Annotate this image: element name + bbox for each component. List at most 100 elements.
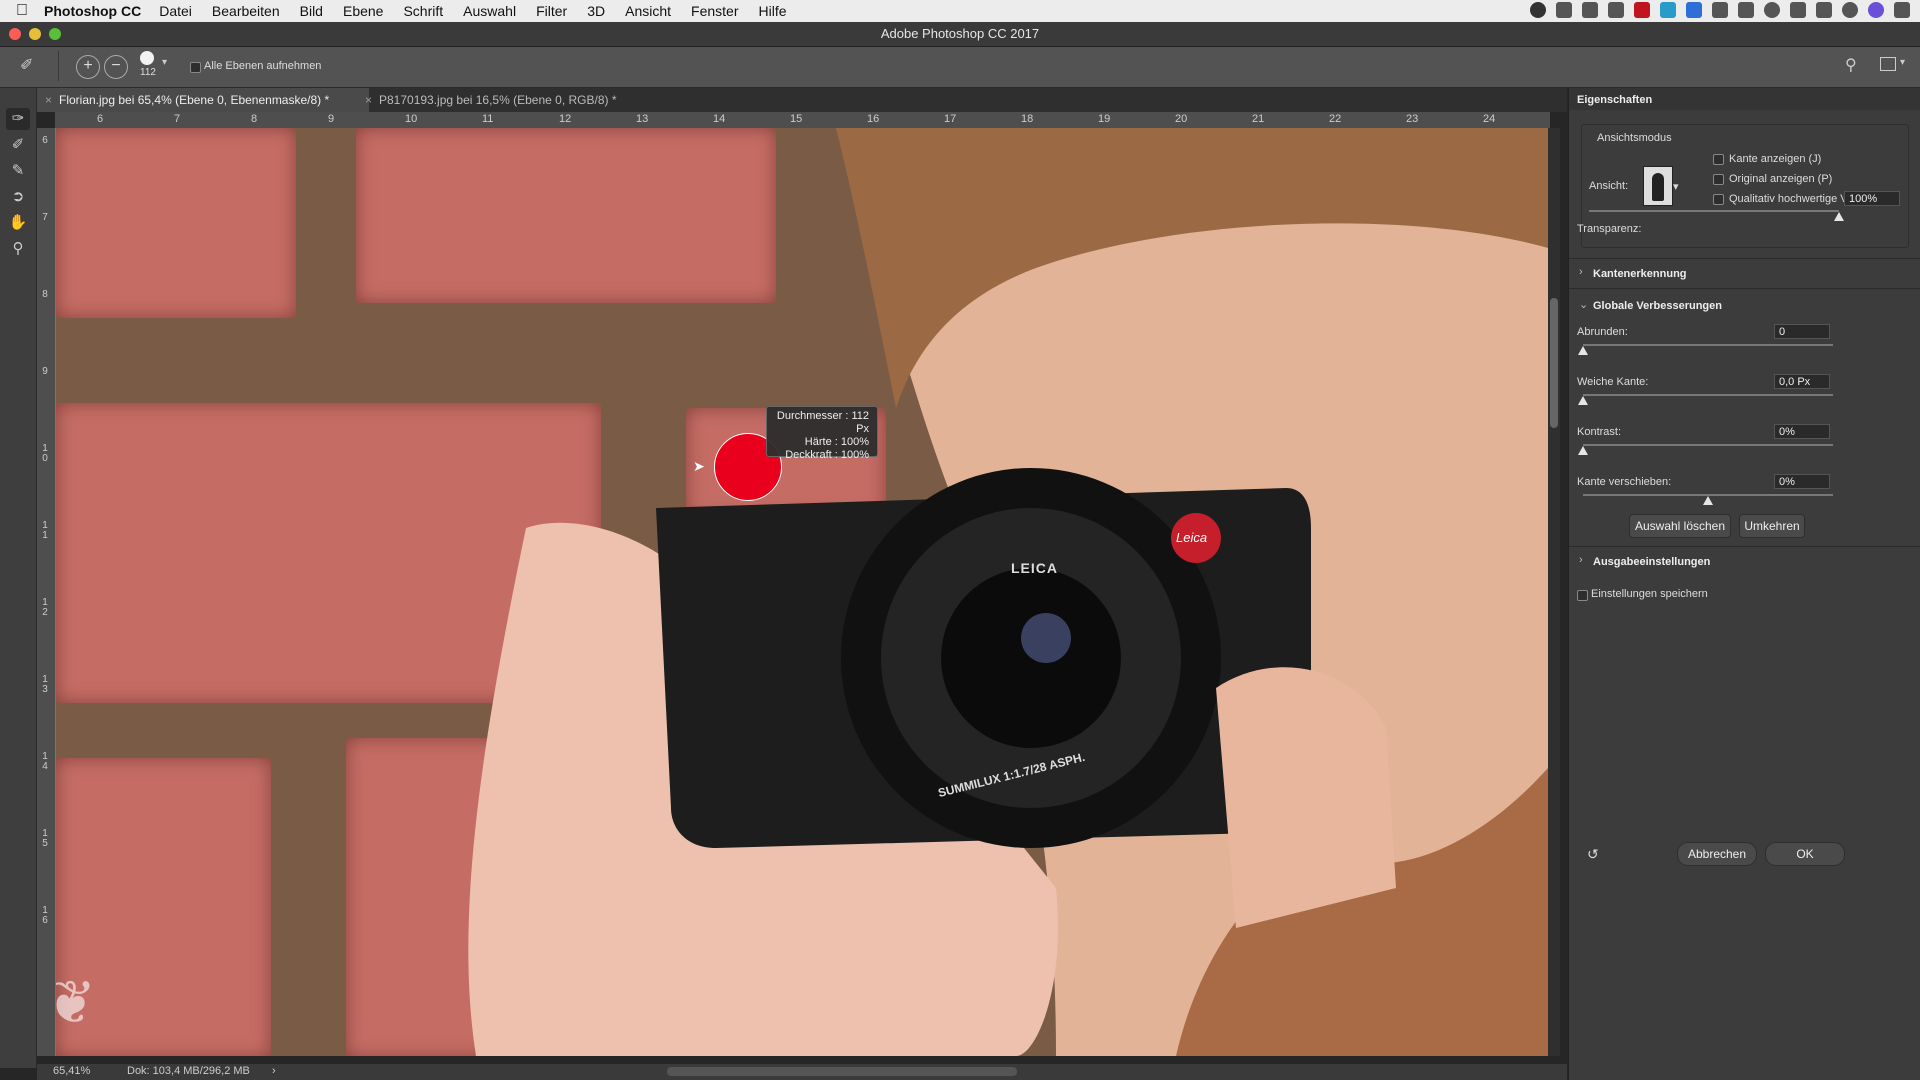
wifi-icon[interactable] bbox=[1816, 2, 1832, 18]
menu-bild[interactable]: Bild bbox=[300, 3, 323, 19]
time-machine-icon[interactable] bbox=[1764, 2, 1780, 18]
output-settings-section[interactable]: Ausgabeeinstellungen bbox=[1593, 556, 1710, 568]
workspace-icon[interactable] bbox=[1880, 57, 1896, 71]
menu-schrift[interactable]: Schrift bbox=[403, 3, 443, 19]
chevron-down-icon[interactable]: ▾ bbox=[1673, 180, 1679, 193]
zoom-tool-icon[interactable]: ⚲ bbox=[6, 238, 30, 260]
add-to-selection-icon[interactable]: + bbox=[76, 55, 100, 79]
slider-thumb[interactable] bbox=[1578, 396, 1588, 405]
app-blue-icon[interactable] bbox=[1686, 2, 1702, 18]
smooth-slider[interactable] bbox=[1578, 344, 1833, 355]
app-teal-icon[interactable] bbox=[1660, 2, 1676, 18]
lasso-tool-icon[interactable]: ➲ bbox=[6, 186, 30, 208]
spotlight-icon[interactable] bbox=[1842, 2, 1858, 18]
chevron-down-icon[interactable]: ▾ bbox=[162, 57, 167, 68]
sample-all-layers-checkbox[interactable] bbox=[190, 62, 201, 73]
menu-bearbeiten[interactable]: Bearbeiten bbox=[212, 3, 280, 19]
shift-edge-slider[interactable] bbox=[1583, 494, 1833, 505]
menu-datei[interactable]: Datei bbox=[159, 3, 192, 19]
airplay-icon[interactable] bbox=[1738, 2, 1754, 18]
menu-3d[interactable]: 3D bbox=[587, 3, 605, 19]
horizontal-scroll-thumb[interactable] bbox=[667, 1067, 1017, 1076]
reset-icon[interactable]: ↺ bbox=[1587, 846, 1599, 863]
refine-edge-brush-icon[interactable]: ✐ bbox=[6, 134, 30, 156]
scroll-thumb[interactable] bbox=[1550, 298, 1558, 428]
cloud-icon[interactable] bbox=[1608, 2, 1624, 18]
tab-florian[interactable]: × Florian.jpg bei 65,4% (Ebene 0, Ebenen… bbox=[37, 88, 369, 112]
tab-p8170193[interactable]: × P8170193.jpg bei 16,5% (Ebene 0, RGB/8… bbox=[357, 88, 649, 112]
vertical-scrollbar[interactable] bbox=[1548, 128, 1560, 1056]
quick-selection-tool-icon[interactable]: ✑ bbox=[6, 108, 30, 130]
zoom-level[interactable]: 65,41% bbox=[53, 1065, 90, 1077]
contrast-slider[interactable] bbox=[1578, 444, 1833, 455]
search-icon[interactable]: ⚲ bbox=[1845, 55, 1857, 75]
ruler-tick: 11 bbox=[42, 520, 48, 541]
chevron-down-icon[interactable]: ⌄ bbox=[1579, 298, 1588, 311]
feather-slider[interactable] bbox=[1578, 394, 1833, 405]
app-red-icon[interactable] bbox=[1634, 2, 1650, 18]
smooth-field[interactable]: 0 bbox=[1774, 324, 1830, 339]
printer-icon[interactable] bbox=[1712, 2, 1728, 18]
document-canvas[interactable]: LEICA Leica SUMMILUX 1:1.7/28 ASPH. ➤ ❦ bbox=[56, 128, 1548, 1056]
bluetooth-icon[interactable] bbox=[1790, 2, 1806, 18]
close-tab-icon[interactable]: × bbox=[45, 88, 52, 112]
apple-icon[interactable]:  bbox=[0, 2, 44, 20]
edge-detection-section[interactable]: Kantenerkennung bbox=[1593, 268, 1687, 280]
transparency-field[interactable]: 100% bbox=[1844, 191, 1900, 206]
slider-thumb[interactable] bbox=[1703, 496, 1713, 505]
menu-ebene[interactable]: Ebene bbox=[343, 3, 383, 19]
feather-field[interactable]: 0,0 Px bbox=[1774, 374, 1830, 389]
menu-app-name[interactable]: Photoshop CC bbox=[44, 3, 141, 19]
ruler-tick: 19 bbox=[1098, 113, 1111, 125]
notification-center-icon[interactable] bbox=[1894, 2, 1910, 18]
invert-button[interactable]: Umkehren bbox=[1739, 514, 1805, 538]
panel-title[interactable]: Eigenschaften bbox=[1577, 94, 1652, 106]
clear-selection-button[interactable]: Auswahl löschen bbox=[1629, 514, 1731, 538]
hand-tool-icon[interactable]: ✋ bbox=[6, 212, 30, 234]
high-quality-preview-checkbox[interactable] bbox=[1713, 194, 1724, 205]
slider-thumb[interactable] bbox=[1578, 446, 1588, 455]
slider-thumb[interactable] bbox=[1834, 212, 1844, 221]
subtract-from-selection-icon[interactable]: − bbox=[104, 55, 128, 79]
menu-auswahl[interactable]: Auswahl bbox=[463, 3, 516, 19]
contrast-field[interactable]: 0% bbox=[1774, 424, 1830, 439]
lens-reflection bbox=[1021, 613, 1071, 663]
menu-ansicht[interactable]: Ansicht bbox=[625, 3, 671, 19]
show-edge-checkbox[interactable] bbox=[1713, 154, 1724, 165]
brush-preview-icon[interactable] bbox=[140, 51, 154, 65]
transparency-slider[interactable] bbox=[1589, 210, 1844, 221]
siri-icon[interactable] bbox=[1868, 2, 1884, 18]
close-tab-icon[interactable]: × bbox=[365, 88, 372, 112]
show-original-checkbox[interactable] bbox=[1713, 174, 1724, 185]
menu-filter[interactable]: Filter bbox=[536, 3, 567, 19]
chevron-right-icon[interactable]: › bbox=[272, 1065, 276, 1077]
global-refinements-section[interactable]: Globale Verbesserungen bbox=[1593, 300, 1722, 312]
shift-edge-field[interactable]: 0% bbox=[1774, 474, 1830, 489]
ruler-tick: 12 bbox=[559, 113, 572, 125]
divider bbox=[1569, 546, 1920, 547]
chevron-down-icon[interactable]: ▾ bbox=[1900, 57, 1905, 68]
refine-brush-tool-icon[interactable]: ✐ bbox=[20, 55, 33, 75]
minimize-window-icon[interactable] bbox=[29, 28, 41, 40]
menu-fenster[interactable]: Fenster bbox=[691, 3, 738, 19]
ruler-tick: 13 bbox=[636, 113, 649, 125]
ruler-tick: 13 bbox=[42, 674, 48, 695]
tools-panel: ✑ ✐ ✎ ➲ ✋ ⚲ bbox=[0, 88, 37, 1068]
chevron-right-icon[interactable]: › bbox=[1579, 554, 1583, 566]
show-original-label: Original anzeigen (P) bbox=[1729, 173, 1833, 185]
brush-tooltip: Durchmesser : 112 Px Härte : 100% Deckkr… bbox=[766, 406, 878, 461]
brush-tool-icon[interactable]: ✎ bbox=[6, 160, 30, 182]
slider-thumb[interactable] bbox=[1578, 346, 1588, 355]
close-window-icon[interactable] bbox=[9, 28, 21, 40]
ok-button[interactable]: OK bbox=[1765, 842, 1845, 866]
record-icon[interactable] bbox=[1530, 2, 1546, 18]
terminal-icon[interactable] bbox=[1556, 2, 1572, 18]
chevron-right-icon[interactable]: › bbox=[1579, 266, 1583, 278]
remember-settings-checkbox[interactable] bbox=[1577, 590, 1588, 601]
menu-hilfe[interactable]: Hilfe bbox=[759, 3, 787, 19]
cancel-button[interactable]: Abbrechen bbox=[1677, 842, 1757, 866]
view-thumbnail[interactable] bbox=[1643, 166, 1673, 206]
zoom-window-icon[interactable] bbox=[49, 28, 61, 40]
ruler-tick: 21 bbox=[1252, 113, 1265, 125]
display-icon[interactable] bbox=[1582, 2, 1598, 18]
